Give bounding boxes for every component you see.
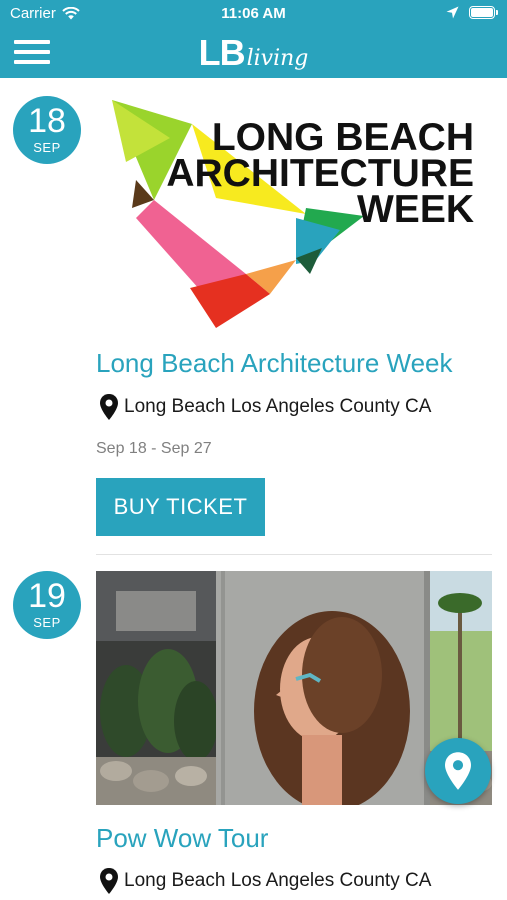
map-fab-button[interactable] [425, 738, 491, 804]
logo-line-3: WEEK [357, 188, 474, 231]
date-day: 18 [28, 102, 66, 140]
date-day: 19 [28, 577, 66, 615]
event-title[interactable]: Pow Wow Tour [96, 823, 268, 854]
battery-icon [469, 6, 498, 19]
event-location-text: Long Beach Los Angeles County CA [124, 396, 432, 417]
event-location: Long Beach Los Angeles County CA [100, 868, 431, 894]
nav-bar: LBliving [0, 28, 507, 78]
map-pin-icon [445, 752, 471, 790]
status-time: 11:06 AM [221, 5, 286, 22]
architecture-week-logo: LONG BEACH ARCHITECTURE WEEK [112, 100, 474, 328]
date-badge: 19 SEP [13, 571, 81, 639]
status-bar: Carrier 11:06 AM [0, 0, 507, 28]
event-location: Long Beach Los Angeles County CA [100, 394, 431, 420]
location-arrow-icon [446, 6, 459, 19]
date-month: SEP [33, 140, 61, 155]
event-dates: Sep 18 - Sep 27 [96, 440, 212, 457]
app-logo: LBliving [0, 32, 507, 74]
event-title[interactable]: Long Beach Architecture Week [96, 348, 453, 379]
map-pin-icon [100, 868, 118, 894]
map-pin-icon [100, 394, 118, 420]
logo-living: living [246, 46, 309, 71]
buy-ticket-button[interactable]: BUY TICKET [96, 478, 265, 536]
date-badge: 18 SEP [13, 96, 81, 164]
date-month: SEP [33, 615, 61, 630]
logo-lb: LB [198, 32, 246, 73]
event-image-architecture-week[interactable]: LONG BEACH ARCHITECTURE WEEK [96, 98, 492, 334]
divider [96, 554, 492, 555]
event-location-text: Long Beach Los Angeles County CA [124, 870, 432, 891]
